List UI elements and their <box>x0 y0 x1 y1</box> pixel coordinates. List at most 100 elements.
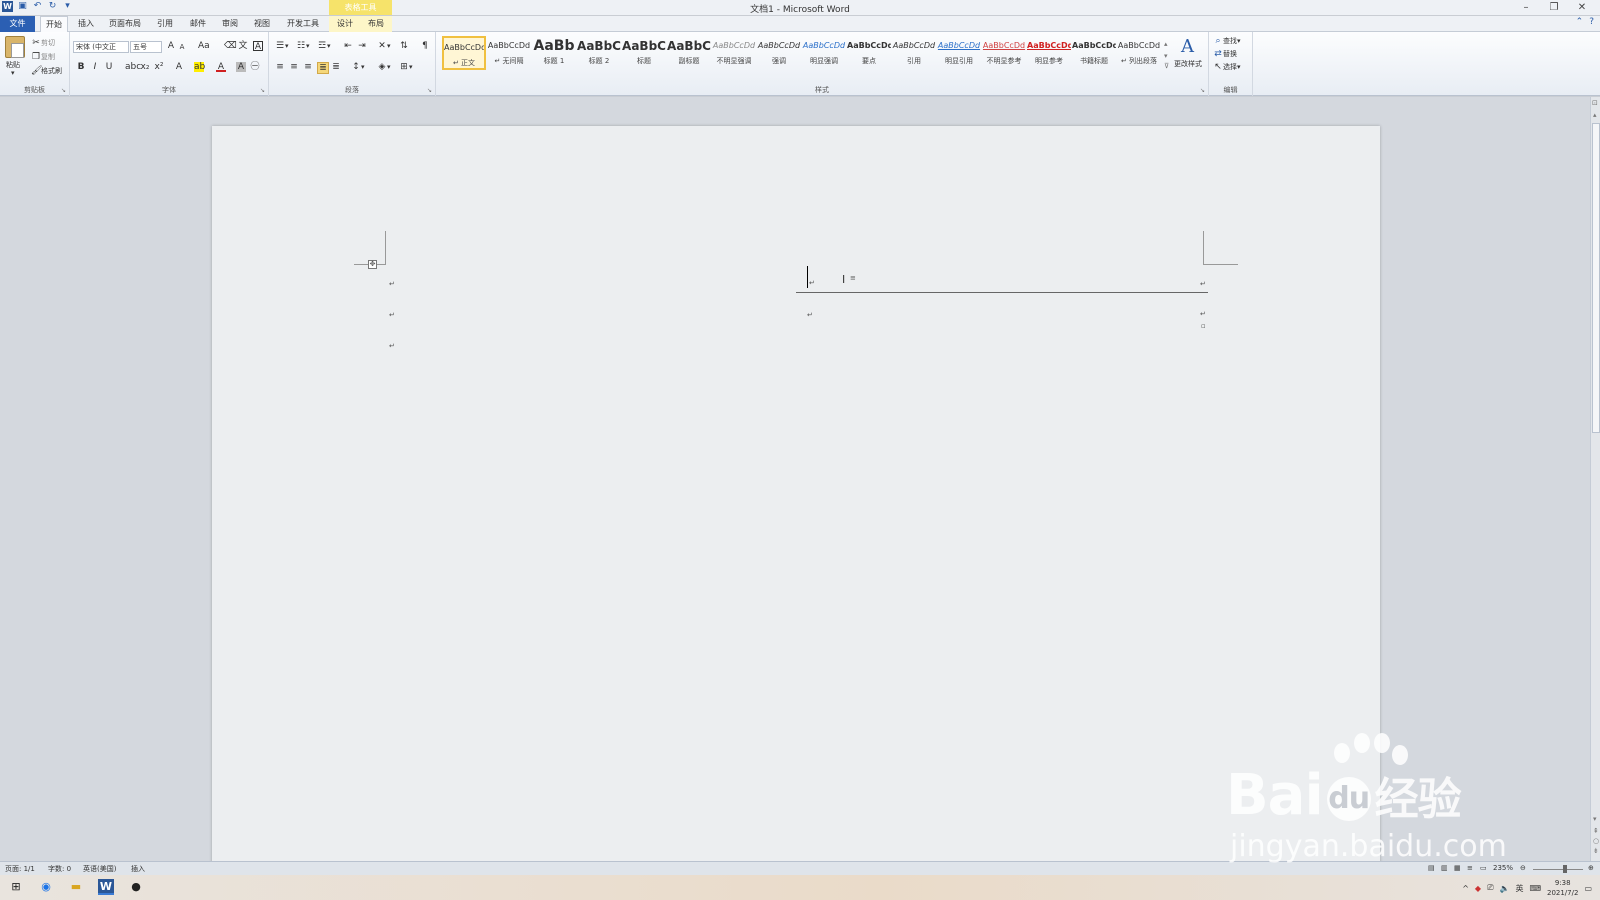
browse-object-icon[interactable]: ○ <box>1593 837 1599 845</box>
keyboard-icon[interactable]: ⌨ <box>1529 884 1541 893</box>
full-screen-view-icon[interactable]: ▥ <box>1441 864 1448 872</box>
table-move-handle-icon[interactable]: ✥ <box>368 260 377 269</box>
distributed-button[interactable]: ≣ <box>331 62 341 72</box>
sort-button[interactable]: ⇅ <box>399 41 409 51</box>
style-subtle-reference[interactable]: AaBbCcDd 不明显参考 <box>982 36 1026 70</box>
shading-button[interactable]: ◈ ▾ <box>377 62 391 72</box>
justify-button[interactable]: ≣ <box>317 62 329 74</box>
paste-dropdown-icon[interactable]: ▾ <box>11 69 15 77</box>
insert-mode-indicator[interactable]: 插入 <box>131 864 145 874</box>
style-intense-reference[interactable]: AaBbCcDd 明显参考 <box>1027 36 1071 70</box>
network-icon[interactable]: ⎚ <box>1487 883 1493 893</box>
style-list-paragraph[interactable]: AaBbCcDd ↵ 列出段落 <box>1117 36 1161 70</box>
replace-button[interactable]: ⇄替换 <box>1213 49 1237 59</box>
highlight-button[interactable]: ab <box>194 62 205 72</box>
minimize-ribbon-icon[interactable]: ⌃ <box>1576 17 1584 27</box>
page-count[interactable]: 页面: 1/1 <box>5 864 35 874</box>
start-icon[interactable]: ⊞ <box>8 879 24 895</box>
text-effects-button[interactable]: A <box>174 62 184 72</box>
paste-icon[interactable] <box>5 36 25 58</box>
media-app-icon[interactable]: ● <box>128 879 144 895</box>
file-explorer-icon[interactable]: ▬ <box>68 879 84 895</box>
scroll-down-icon[interactable]: ▾ <box>1593 815 1597 823</box>
next-page-icon[interactable]: ⇟ <box>1593 847 1599 855</box>
vertical-scrollbar[interactable]: ⊡ ▴ ▾ ⇞ ○ ⇟ <box>1590 97 1600 861</box>
tab-references[interactable]: 引用 <box>153 16 177 32</box>
line-spacing-button[interactable]: ↕▾ <box>351 62 364 72</box>
copy-button[interactable]: ❐复制 <box>31 52 55 62</box>
font-color-button[interactable]: A <box>216 62 226 72</box>
decrease-indent-button[interactable]: ⇤ <box>343 41 353 51</box>
style-heading-2[interactable]: AaBbC 标题 2 <box>577 36 621 70</box>
style-no-spacing[interactable]: AaBbCcDd ↵ 无间隔 <box>487 36 531 70</box>
restore-icon[interactable]: ❐ <box>1540 0 1568 15</box>
tray-expand-icon[interactable]: ^ <box>1462 884 1469 893</box>
styles-scroll-down-icon[interactable]: ▾ <box>1164 52 1168 60</box>
tab-developer[interactable]: 开发工具 <box>284 16 322 32</box>
tab-review[interactable]: 审阅 <box>218 16 242 32</box>
outline-view-icon[interactable]: ≡ <box>1467 864 1473 872</box>
bold-button[interactable]: B <box>76 62 86 72</box>
ruler-toggle-icon[interactable]: ⊡ <box>1592 99 1598 107</box>
chinese-layout-button[interactable]: ✕▾ <box>377 41 390 51</box>
paragraph-launcher-icon[interactable]: ↘ <box>427 87 432 94</box>
style-subtle-emphasis[interactable]: AaBbCcDd 不明显强调 <box>712 36 756 70</box>
tab-design[interactable]: 设计 <box>334 16 356 32</box>
styles-scroll-up-icon[interactable]: ▴ <box>1164 40 1168 48</box>
strikethrough-button[interactable]: abc <box>125 62 141 72</box>
styles-more-icon[interactable]: ⊽ <box>1164 62 1169 70</box>
align-left-button[interactable]: ≡ <box>275 62 285 72</box>
underline-button[interactable]: U <box>104 62 114 72</box>
format-painter-button[interactable]: 🖌格式刷 <box>31 66 62 76</box>
superscript-button[interactable]: x² <box>154 62 164 72</box>
tab-layout[interactable]: 布局 <box>365 16 387 32</box>
minimize-icon[interactable]: – <box>1512 0 1540 15</box>
style-heading-1[interactable]: AaBb 标题 1 <box>532 36 576 70</box>
shrink-font-button[interactable]: A <box>177 42 187 52</box>
bullets-button[interactable]: ☰▾ <box>275 41 289 51</box>
zoom-out-icon[interactable]: ⊖ <box>1520 864 1526 872</box>
style-title[interactable]: AaBbC 标题 <box>622 36 666 70</box>
tab-home[interactable]: 开始 <box>40 16 68 33</box>
style-subtitle[interactable]: AaBbC 副标题 <box>667 36 711 70</box>
char-border-button[interactable]: A <box>253 41 263 52</box>
style-intense-emphasis[interactable]: AaBbCcDd 明显强调 <box>802 36 846 70</box>
word-count[interactable]: 字数: 0 <box>48 864 71 874</box>
scrollbar-thumb[interactable] <box>1592 123 1600 433</box>
increase-indent-button[interactable]: ⇥ <box>357 41 367 51</box>
style-emphasis[interactable]: AaBbCcDd 强调 <box>757 36 801 70</box>
grow-font-button[interactable]: A <box>166 41 176 51</box>
print-layout-view-icon[interactable]: ▤ <box>1428 864 1435 872</box>
subscript-button[interactable]: x₂ <box>140 62 150 72</box>
find-button[interactable]: ⌕ 查找▾ <box>1213 36 1240 46</box>
volume-icon[interactable]: 🔈 <box>1499 884 1509 893</box>
table-resize-handle-icon[interactable]: ▫ <box>1201 322 1206 330</box>
multilevel-list-button[interactable]: ☲▾ <box>317 41 331 51</box>
cut-button[interactable]: ✂剪切 <box>31 38 55 48</box>
language-indicator[interactable]: 英语(美国) <box>83 864 116 874</box>
previous-page-icon[interactable]: ⇞ <box>1593 827 1599 835</box>
tab-view[interactable]: 视图 <box>250 16 274 32</box>
numbering-button[interactable]: ☷▾ <box>296 41 310 51</box>
change-styles-label[interactable]: 更改样式 <box>1174 59 1202 69</box>
zoom-level[interactable]: 235% <box>1493 864 1513 872</box>
clear-format-button[interactable]: ⌫ <box>224 41 237 51</box>
style-normal[interactable]: AaBbCcDd ↵ 正文 <box>442 36 486 70</box>
clock[interactable]: 9:38 2021/7/2 <box>1547 878 1578 898</box>
ime-indicator[interactable]: 英 <box>1515 883 1523 894</box>
char-shading-button[interactable]: A <box>236 62 246 72</box>
style-quote[interactable]: AaBbCcDd 引用 <box>892 36 936 70</box>
change-case-button[interactable]: Aa <box>198 41 210 51</box>
close-icon[interactable]: ✕ <box>1568 0 1596 15</box>
change-styles-icon[interactable]: A <box>1181 36 1194 57</box>
zoom-slider-track[interactable] <box>1533 869 1583 870</box>
font-size-combo[interactable]: 五号 <box>130 41 162 53</box>
draft-view-icon[interactable]: ▭ <box>1480 864 1487 872</box>
enclose-char-button[interactable]: ㊀ <box>250 62 260 72</box>
clipboard-launcher-icon[interactable]: ↘ <box>61 87 66 94</box>
scroll-up-icon[interactable]: ▴ <box>1593 111 1597 119</box>
tab-page-layout[interactable]: 页面布局 <box>106 16 144 32</box>
italic-button[interactable]: I <box>90 62 100 72</box>
notifications-icon[interactable]: ▭ <box>1584 884 1592 893</box>
document-page[interactable]: ✥ ↵ ↵ ↵ ↵ I ≡ ↵ ↵ ↵ ▫ <box>212 126 1380 866</box>
